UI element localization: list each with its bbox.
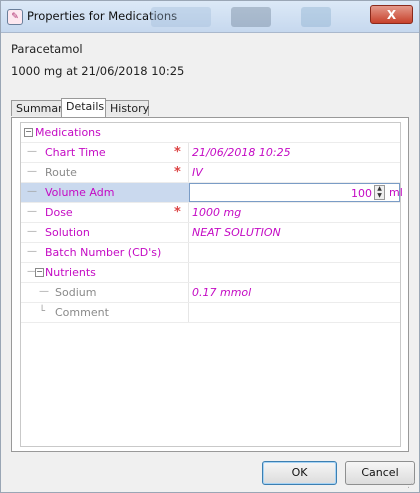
tab-history[interactable]: History	[105, 100, 149, 116]
tree-line: —	[27, 186, 37, 197]
property-label: Volume Adm	[45, 186, 115, 199]
column-separator	[188, 143, 189, 162]
category-label: Nutrients	[45, 266, 96, 279]
collapse-icon[interactable]: −	[35, 268, 44, 277]
ok-button[interactable]: OK	[262, 461, 337, 485]
tree-line: —	[27, 166, 37, 177]
title-bar[interactable]: ✎ Properties for Medications X	[1, 1, 419, 33]
details-panel: − Medications — Chart Time * 21/06/2018 …	[11, 117, 409, 452]
property-row-solution[interactable]: — Solution NEAT SOLUTION	[21, 223, 400, 243]
column-separator	[188, 163, 189, 182]
property-value[interactable]: IV	[192, 166, 203, 179]
property-label: Dose	[45, 206, 73, 219]
properties-window: ✎ Properties for Medications X Paracetam…	[0, 0, 420, 493]
property-value[interactable]: 0.17 mmol	[192, 286, 251, 299]
required-marker: *	[174, 145, 181, 160]
property-row-volume-adm[interactable]: — Volume Adm ▲ ▼ ml	[21, 183, 403, 203]
background-blur-decoration	[301, 7, 331, 27]
medication-header: Paracetamol 1000 mg at 21/06/2018 10:25	[11, 36, 409, 91]
column-separator	[188, 283, 189, 302]
collapse-icon[interactable]: −	[24, 128, 33, 137]
property-label: Chart Time	[45, 146, 106, 159]
volume-unit: ml	[389, 186, 403, 199]
tree-line: —	[39, 286, 49, 297]
resize-grip-icon[interactable]: ⋰	[407, 480, 417, 490]
required-marker: *	[174, 165, 181, 180]
property-row-comment[interactable]: └ Comment	[21, 303, 400, 323]
cancel-button[interactable]: Cancel	[345, 461, 415, 485]
properties-grid[interactable]: − Medications — Chart Time * 21/06/2018 …	[20, 122, 403, 447]
property-value[interactable]: 1000 mg	[192, 206, 241, 219]
close-icon: X	[386, 8, 397, 22]
tree-line: —	[27, 206, 37, 217]
property-label: Batch Number (CD's)	[45, 246, 162, 259]
category-nutrients[interactable]: — − Nutrients	[21, 263, 400, 283]
tree-line: —	[27, 226, 37, 237]
volume-spinner[interactable]: ▲ ▼	[374, 185, 385, 200]
tab-details[interactable]: Details	[61, 98, 106, 117]
category-label: Medications	[35, 126, 101, 139]
property-label: Sodium	[55, 286, 97, 299]
volume-input[interactable]	[192, 186, 372, 200]
property-row-route[interactable]: — Route * IV	[21, 163, 400, 183]
dose-summary: 1000 mg at 21/06/2018 10:25	[11, 64, 185, 78]
property-value[interactable]: NEAT SOLUTION	[192, 226, 281, 239]
tab-summary[interactable]: Summary	[11, 100, 69, 116]
tree-line: —	[27, 146, 37, 157]
column-separator	[188, 243, 189, 262]
tree-line: └	[39, 306, 46, 317]
close-button[interactable]: X	[370, 5, 413, 24]
column-separator	[188, 203, 189, 222]
property-row-sodium[interactable]: — Sodium 0.17 mmol	[21, 283, 400, 303]
property-row-dose[interactable]: — Dose * 1000 mg	[21, 203, 400, 223]
category-medications[interactable]: − Medications	[21, 123, 400, 143]
spin-down-icon[interactable]: ▼	[375, 193, 384, 199]
required-marker: *	[174, 205, 181, 220]
properties-icon: ✎	[7, 9, 23, 25]
property-row-chart-time[interactable]: — Chart Time * 21/06/2018 10:25	[21, 143, 400, 163]
volume-editor: ▲ ▼ ml	[189, 183, 403, 202]
column-separator	[188, 303, 189, 322]
background-blur-decoration	[231, 7, 271, 27]
property-label: Solution	[45, 226, 90, 239]
property-label: Route	[45, 166, 77, 179]
property-value[interactable]: 21/06/2018 10:25	[192, 146, 291, 159]
column-separator	[188, 223, 189, 242]
drug-name: Paracetamol	[11, 42, 83, 56]
tree-line: —	[27, 246, 37, 257]
background-blur-decoration	[151, 7, 211, 27]
column-separator	[188, 263, 189, 282]
property-label: Comment	[55, 306, 109, 319]
property-row-batch-number[interactable]: — Batch Number (CD's)	[21, 243, 400, 263]
